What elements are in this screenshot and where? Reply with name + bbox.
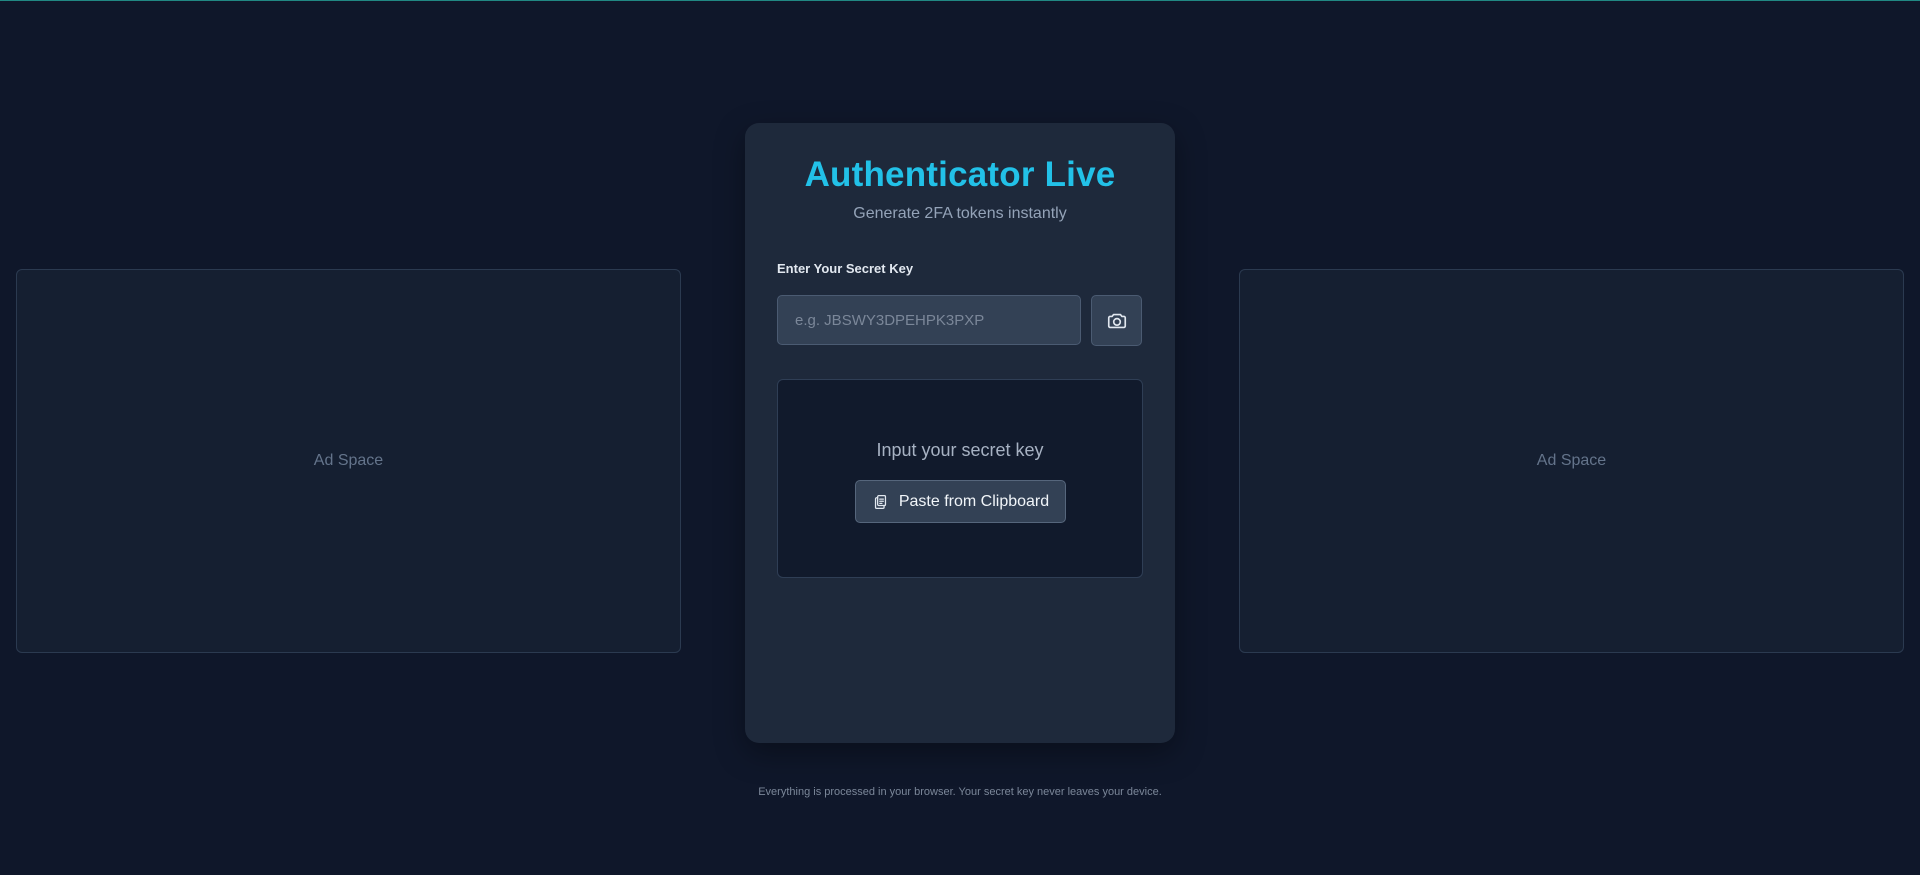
page-subtitle: Generate 2FA tokens instantly [853,205,1067,222]
secret-key-prompt-panel: Input your secret key Paste from Clipboa… [777,379,1143,578]
secret-key-input[interactable] [777,295,1081,345]
top-accent-line [0,0,1920,1]
paste-button-label: Paste from Clipboard [898,492,1050,510]
prompt-message: Input your secret key [876,440,1044,460]
secret-key-label: Enter Your Secret Key [777,261,914,276]
scan-qr-button[interactable] [1091,295,1142,346]
paste-from-clipboard-button[interactable]: Paste from Clipboard [855,480,1066,523]
ad-space-left: Ad Space [16,269,681,653]
privacy-footer-note: Everything is processed in your browser.… [758,786,1162,798]
ad-space-right: Ad Space [1239,269,1904,653]
ad-space-right-label: Ad Space [1536,452,1607,469]
camera-icon [1107,313,1126,328]
ad-space-left-label: Ad Space [313,452,384,469]
page-title: Authenticator Live [804,155,1116,194]
clipboard-icon [874,494,886,509]
authenticator-card: Authenticator Live Generate 2FA tokens i… [745,123,1175,743]
